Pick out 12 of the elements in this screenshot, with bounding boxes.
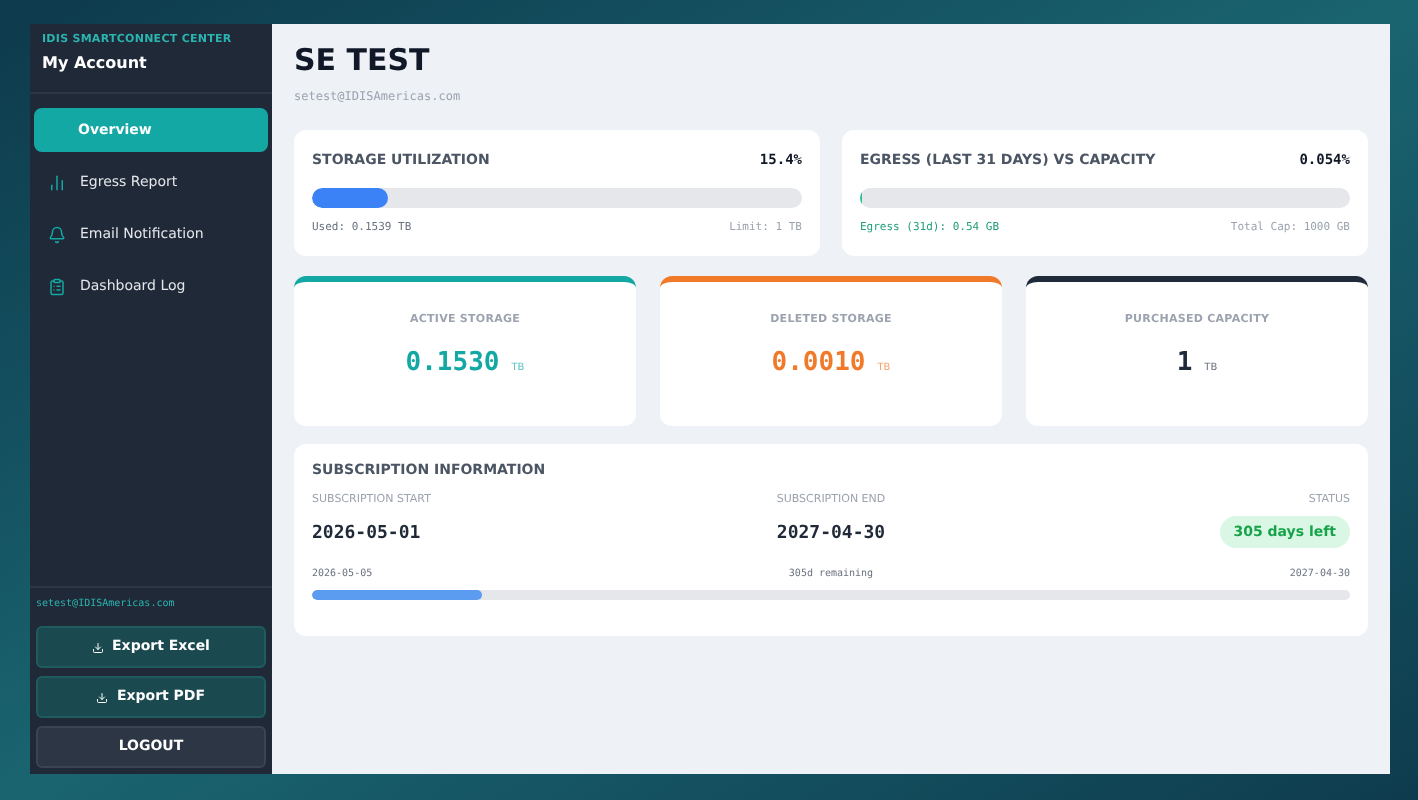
clipboard-icon — [48, 277, 66, 296]
download-icon — [92, 641, 105, 653]
stat-value: 1 — [1176, 346, 1193, 382]
account-title: My Account — [42, 52, 149, 77]
stat-value: 0.1530 — [405, 346, 500, 382]
bar-chart-icon — [48, 173, 66, 192]
start-date: 2026-05-01 — [312, 521, 423, 547]
bell-icon — [48, 225, 66, 244]
download-icon — [96, 691, 109, 703]
page-title: SE TEST — [294, 42, 432, 80]
stat-value: 0.0010 — [771, 346, 866, 382]
end-date: 2027-04-30 — [776, 521, 886, 547]
